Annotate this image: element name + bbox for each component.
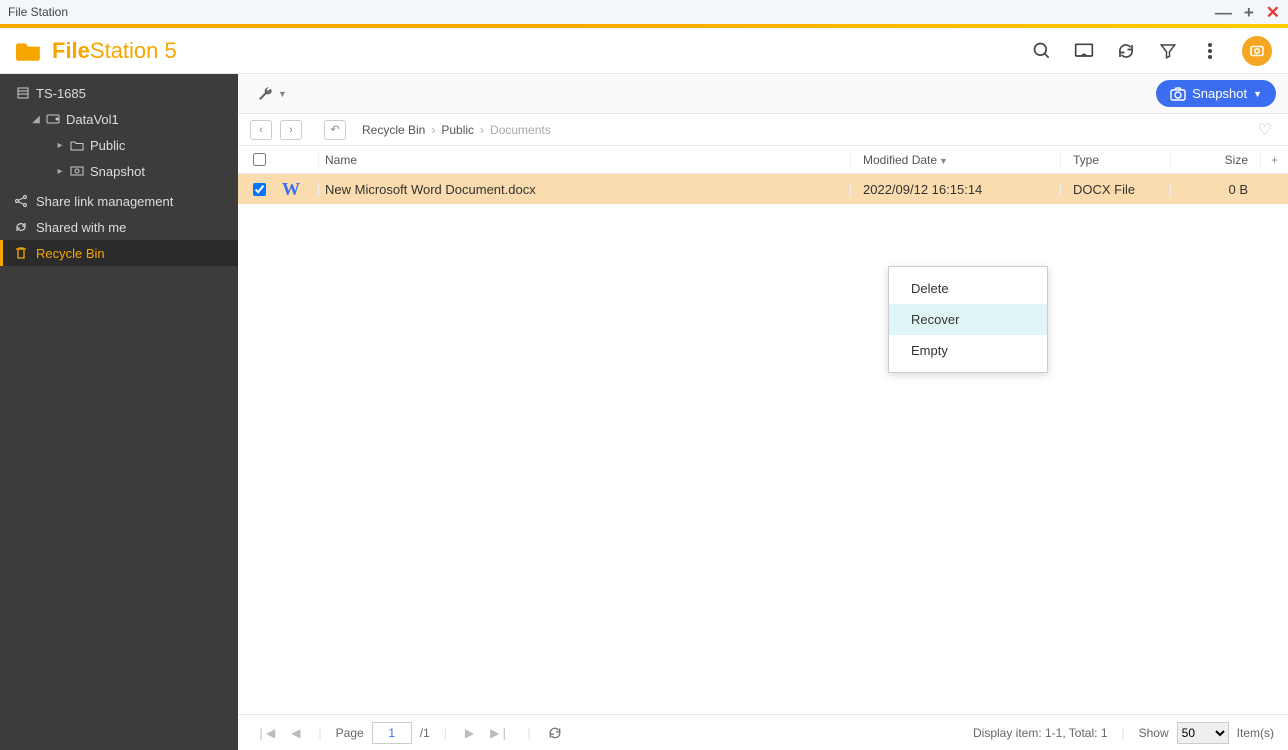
search-icon[interactable] [1032,41,1052,61]
favorite-icon[interactable]: ♡ [1258,120,1272,140]
ctx-empty[interactable]: Empty [889,335,1047,366]
sidebar-shared-with-me[interactable]: Shared with me [0,214,238,240]
ctx-delete[interactable]: Delete [889,273,1047,304]
tree-volume-label: DataVol1 [66,112,119,127]
page-label: Page [336,726,364,740]
caret-down-icon: ▼ [278,89,287,99]
context-menu: Delete Recover Empty [888,266,1048,373]
wrench-icon [256,85,274,103]
page-first-button[interactable]: ❘◀ [252,726,279,740]
caret-right-icon: ▸ [56,140,64,151]
folder-outline-icon [70,140,84,151]
table-row[interactable]: W New Microsoft Word Document.docx 2022/… [238,174,1288,204]
maximize-button[interactable]: + [1244,4,1254,21]
display-count: Display item: 1-1, Total: 1 [973,726,1108,740]
sidebar-recycle-bin[interactable]: Recycle Bin [0,240,238,266]
sidebar: TS-1685 ◢ DataVol1 ▸ Public ▸ Snapshot S… [0,74,238,750]
sidebar-share-link-label: Share link management [36,194,173,209]
caret-down-icon: ▼ [1253,89,1262,99]
sidebar-recycle-label: Recycle Bin [36,246,105,261]
tree-volume[interactable]: ◢ DataVol1 [0,106,238,132]
col-name[interactable]: Name [318,153,850,167]
window-titlebar: File Station — + ✕ [0,0,1288,24]
footer: ❘◀ ◀ | Page /1 | ▶ ▶❘ | Display item: 1-… [238,714,1288,750]
page-next-button[interactable]: ▶ [461,726,478,740]
breadcrumb-bar: ‹ › ↶ Recycle Bin › Public › Documents ♡ [238,114,1288,146]
tree-root[interactable]: TS-1685 [0,80,238,106]
toolbar: ▼ Snapshot ▼ [238,74,1288,114]
col-modified[interactable]: Modified Date▼ [850,153,1060,167]
sort-desc-icon: ▼ [939,156,948,166]
col-size[interactable]: Size [1170,153,1260,167]
table-header: Name Modified Date▼ Type Size + [238,146,1288,174]
select-all-checkbox[interactable] [253,153,266,166]
breadcrumb: Recycle Bin › Public › Documents [362,123,551,137]
user-avatar[interactable] [1242,36,1272,66]
row-size: 0 B [1170,182,1260,197]
page-input[interactable] [372,722,412,744]
breadcrumb-seg-3: Documents [490,123,551,137]
tree-root-label: TS-1685 [36,86,86,101]
main-area: ▼ Snapshot ▼ ‹ › ↶ Recycle Bin › Public … [238,74,1288,750]
tools-dropdown[interactable]: ▼ [250,81,293,107]
filter-icon[interactable] [1158,41,1178,61]
app-title: FileStation 5 [52,38,177,64]
window-title: File Station [8,5,68,19]
share-icon [14,194,28,208]
camera-icon [1170,87,1186,101]
snapshot-button[interactable]: Snapshot ▼ [1156,80,1276,107]
row-name: New Microsoft Word Document.docx [318,182,850,197]
sidebar-shared-label: Shared with me [36,220,126,235]
trash-icon [14,246,28,260]
refresh-button[interactable] [544,726,566,740]
more-icon[interactable] [1200,41,1220,61]
snapshot-small-icon [70,166,84,176]
server-icon [16,87,30,99]
show-label: Show [1139,726,1169,740]
drive-icon [46,114,60,124]
col-type[interactable]: Type [1060,153,1170,167]
refresh-icon[interactable] [1116,41,1136,61]
add-column-button[interactable]: + [1260,153,1288,167]
row-modified: 2022/09/12 16:15:14 [850,182,1060,197]
minimize-button[interactable]: — [1215,4,1232,21]
page-total: /1 [420,726,430,740]
app-logo: FileStation 5 [16,38,177,64]
snapshot-label: Snapshot [1192,86,1247,101]
close-button[interactable]: ✕ [1266,4,1280,21]
nav-up-button[interactable]: ↶ [324,120,346,140]
app-header: FileStation 5 [0,28,1288,74]
row-type: DOCX File [1060,182,1170,197]
word-file-icon: W [280,178,302,200]
folder-icon [16,40,42,62]
nav-forward-button[interactable]: › [280,120,302,140]
caret-down-icon: ◢ [32,114,40,125]
ctx-recover[interactable]: Recover [889,304,1047,335]
nav-back-button[interactable]: ‹ [250,120,272,140]
cast-icon[interactable] [1074,41,1094,61]
tree-public[interactable]: ▸ Public [0,132,238,158]
sidebar-share-link[interactable]: Share link management [0,188,238,214]
tree-snapshot[interactable]: ▸ Snapshot [0,158,238,184]
page-prev-button[interactable]: ◀ [287,726,304,740]
page-size-select[interactable]: 50 [1177,722,1229,744]
breadcrumb-seg-1[interactable]: Recycle Bin [362,123,425,137]
caret-right-icon: ▸ [56,166,64,177]
sync-icon [14,220,28,234]
tree-snapshot-label: Snapshot [90,164,145,179]
items-label: Item(s) [1237,726,1274,740]
page-last-button[interactable]: ▶❘ [486,726,513,740]
row-checkbox[interactable] [253,183,266,196]
tree-public-label: Public [90,138,125,153]
breadcrumb-seg-2[interactable]: Public [441,123,474,137]
